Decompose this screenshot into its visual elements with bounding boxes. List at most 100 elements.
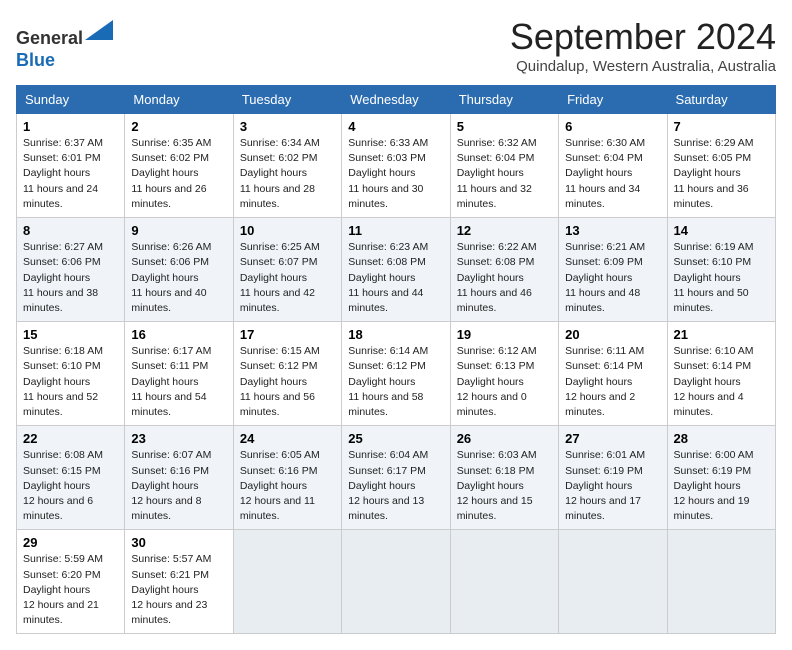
day-number: 23	[131, 431, 226, 446]
day-number: 6	[565, 119, 660, 134]
table-row: 7 Sunrise: 6:29 AMSunset: 6:05 PMDaylight…	[667, 114, 775, 218]
day-number: 27	[565, 431, 660, 446]
table-row: 23 Sunrise: 6:07 AMSunset: 6:16 PMDayligh…	[125, 426, 233, 530]
table-row: 24 Sunrise: 6:05 AMSunset: 6:16 PMDayligh…	[233, 426, 341, 530]
day-header-friday: Friday	[559, 86, 667, 114]
table-row: 8 Sunrise: 6:27 AMSunset: 6:06 PMDaylight…	[17, 218, 125, 322]
day-header-thursday: Thursday	[450, 86, 558, 114]
table-row	[450, 530, 558, 634]
table-row: 4 Sunrise: 6:33 AMSunset: 6:03 PMDaylight…	[342, 114, 450, 218]
day-info: Sunrise: 6:27 AMSunset: 6:06 PMDaylight …	[23, 240, 118, 316]
day-number: 2	[131, 119, 226, 134]
table-row	[667, 530, 775, 634]
day-info: Sunrise: 6:04 AMSunset: 6:17 PMDaylight …	[348, 448, 443, 524]
day-info: Sunrise: 6:37 AMSunset: 6:01 PMDaylight …	[23, 136, 118, 212]
day-info: Sunrise: 6:22 AMSunset: 6:08 PMDaylight …	[457, 240, 552, 316]
table-row: 5Sunrise: 6:32 AMSunset: 6:04 PMDaylight…	[450, 114, 558, 218]
day-number: 21	[674, 327, 769, 342]
table-row: 21 Sunrise: 6:10 AMSunset: 6:14 PMDayligh…	[667, 322, 775, 426]
table-row: 16 Sunrise: 6:17 AMSunset: 6:11 PMDayligh…	[125, 322, 233, 426]
table-row: 18 Sunrise: 6:14 AMSunset: 6:12 PMDayligh…	[342, 322, 450, 426]
table-row: 6 Sunrise: 6:30 AMSunset: 6:04 PMDaylight…	[559, 114, 667, 218]
day-number: 24	[240, 431, 335, 446]
day-number: 18	[348, 327, 443, 342]
location: Quindalup, Western Australia, Australia	[510, 58, 776, 75]
day-number: 1	[23, 119, 118, 134]
day-info: Sunrise: 6:30 AMSunset: 6:04 PMDaylight …	[565, 136, 660, 212]
calendar-header-row: SundayMondayTuesdayWednesdayThursdayFrid…	[17, 86, 776, 114]
table-row: 1 Sunrise: 6:37 AMSunset: 6:01 PMDaylight…	[17, 114, 125, 218]
day-info: Sunrise: 6:17 AMSunset: 6:11 PMDaylight …	[131, 344, 226, 420]
day-info: Sunrise: 6:00 AMSunset: 6:19 PMDaylight …	[674, 448, 769, 524]
day-number: 4	[348, 119, 443, 134]
day-number: 11	[348, 223, 443, 238]
table-row: 15Sunrise: 6:18 AMSunset: 6:10 PMDayligh…	[17, 322, 125, 426]
day-number: 9	[131, 223, 226, 238]
table-row	[233, 530, 341, 634]
day-info: Sunrise: 6:18 AMSunset: 6:10 PMDaylight …	[23, 344, 118, 420]
day-info: Sunrise: 6:21 AMSunset: 6:09 PMDaylight …	[565, 240, 660, 316]
calendar-week-row: 8 Sunrise: 6:27 AMSunset: 6:06 PMDaylight…	[17, 218, 776, 322]
day-info: Sunrise: 5:57 AMSunset: 6:21 PMDaylight …	[131, 552, 226, 628]
title-block: September 2024 Quindalup, Western Austra…	[510, 16, 776, 75]
day-number: 19	[457, 327, 552, 342]
day-info: Sunrise: 6:07 AMSunset: 6:16 PMDaylight …	[131, 448, 226, 524]
day-header-sunday: Sunday	[17, 86, 125, 114]
day-info: Sunrise: 6:29 AMSunset: 6:05 PMDaylight …	[674, 136, 769, 212]
day-info: Sunrise: 6:11 AMSunset: 6:14 PMDaylight …	[565, 344, 660, 420]
day-info: Sunrise: 5:59 AMSunset: 6:20 PMDaylight …	[23, 552, 118, 628]
table-row	[559, 530, 667, 634]
table-row: 22 Sunrise: 6:08 AMSunset: 6:15 PMDayligh…	[17, 426, 125, 530]
table-row: 9 Sunrise: 6:26 AMSunset: 6:06 PMDaylight…	[125, 218, 233, 322]
day-info: Sunrise: 6:08 AMSunset: 6:15 PMDaylight …	[23, 448, 118, 524]
day-header-tuesday: Tuesday	[233, 86, 341, 114]
calendar-week-row: 15Sunrise: 6:18 AMSunset: 6:10 PMDayligh…	[17, 322, 776, 426]
table-row: 20 Sunrise: 6:11 AMSunset: 6:14 PMDayligh…	[559, 322, 667, 426]
day-number: 8	[23, 223, 118, 238]
table-row: 27Sunrise: 6:01 AMSunset: 6:19 PMDayligh…	[559, 426, 667, 530]
table-row: 25 Sunrise: 6:04 AMSunset: 6:17 PMDayligh…	[342, 426, 450, 530]
day-number: 26	[457, 431, 552, 446]
day-info: Sunrise: 6:14 AMSunset: 6:12 PMDaylight …	[348, 344, 443, 420]
day-number: 22	[23, 431, 118, 446]
calendar-week-row: 29 Sunrise: 5:59 AMSunset: 6:20 PMDayligh…	[17, 530, 776, 634]
day-number: 16	[131, 327, 226, 342]
day-info: Sunrise: 6:25 AMSunset: 6:07 PMDaylight …	[240, 240, 335, 316]
table-row: 13 Sunrise: 6:21 AMSunset: 6:09 PMDayligh…	[559, 218, 667, 322]
calendar-body: 1 Sunrise: 6:37 AMSunset: 6:01 PMDaylight…	[17, 114, 776, 634]
day-number: 3	[240, 119, 335, 134]
day-info: Sunrise: 6:15 AMSunset: 6:12 PMDaylight …	[240, 344, 335, 420]
day-number: 29	[23, 535, 118, 550]
day-info: Sunrise: 6:33 AMSunset: 6:03 PMDaylight …	[348, 136, 443, 212]
day-number: 17	[240, 327, 335, 342]
day-info: Sunrise: 6:12 AMSunset: 6:13 PMDaylight …	[457, 344, 552, 420]
table-row: 3 Sunrise: 6:34 AMSunset: 6:02 PMDaylight…	[233, 114, 341, 218]
day-info: Sunrise: 6:34 AMSunset: 6:02 PMDaylight …	[240, 136, 335, 212]
day-info: Sunrise: 6:05 AMSunset: 6:16 PMDaylight …	[240, 448, 335, 524]
table-row	[342, 530, 450, 634]
table-row: 26Sunrise: 6:03 AMSunset: 6:18 PMDayligh…	[450, 426, 558, 530]
table-row: 2 Sunrise: 6:35 AMSunset: 6:02 PMDaylight…	[125, 114, 233, 218]
day-info: Sunrise: 6:23 AMSunset: 6:08 PMDaylight …	[348, 240, 443, 316]
table-row: 11 Sunrise: 6:23 AMSunset: 6:08 PMDayligh…	[342, 218, 450, 322]
day-header-monday: Monday	[125, 86, 233, 114]
day-info: Sunrise: 6:26 AMSunset: 6:06 PMDaylight …	[131, 240, 226, 316]
day-number: 30	[131, 535, 226, 550]
day-header-wednesday: Wednesday	[342, 86, 450, 114]
calendar-week-row: 22 Sunrise: 6:08 AMSunset: 6:15 PMDayligh…	[17, 426, 776, 530]
day-number: 25	[348, 431, 443, 446]
day-number: 14	[674, 223, 769, 238]
day-header-saturday: Saturday	[667, 86, 775, 114]
day-number: 13	[565, 223, 660, 238]
day-number: 5	[457, 119, 552, 134]
day-info: Sunrise: 6:10 AMSunset: 6:14 PMDaylight …	[674, 344, 769, 420]
day-info: Sunrise: 6:35 AMSunset: 6:02 PMDaylight …	[131, 136, 226, 212]
table-row: 29 Sunrise: 5:59 AMSunset: 6:20 PMDayligh…	[17, 530, 125, 634]
calendar-week-row: 1 Sunrise: 6:37 AMSunset: 6:01 PMDaylight…	[17, 114, 776, 218]
table-row: 10Sunrise: 6:25 AMSunset: 6:07 PMDayligh…	[233, 218, 341, 322]
day-number: 20	[565, 327, 660, 342]
day-number: 7	[674, 119, 769, 134]
day-number: 28	[674, 431, 769, 446]
day-info: Sunrise: 6:19 AMSunset: 6:10 PMDaylight …	[674, 240, 769, 316]
table-row: 12Sunrise: 6:22 AMSunset: 6:08 PMDayligh…	[450, 218, 558, 322]
